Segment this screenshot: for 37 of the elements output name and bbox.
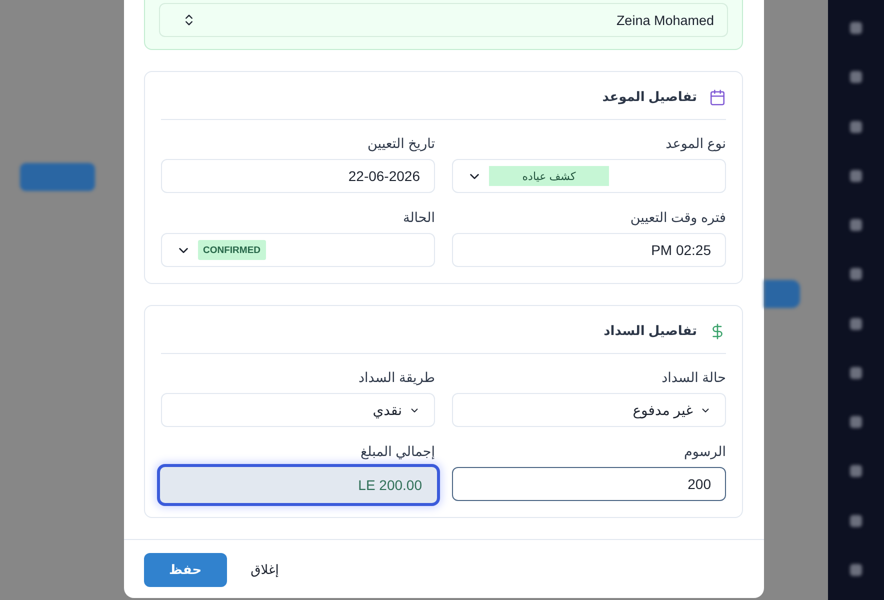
patient-select[interactable]: Zeina Mohamed [159, 3, 728, 37]
text-field[interactable]: PM 02:25 [452, 233, 726, 267]
sidebar-icon [850, 71, 862, 84]
status-badge: CONFIRMED [198, 240, 266, 260]
text-field[interactable]: 22-06-2026 [161, 159, 435, 193]
sidebar-icon [850, 120, 862, 133]
close-button[interactable]: إغلاق [234, 553, 295, 587]
type-tag: كشف عياده [489, 166, 609, 186]
section-title: تفاصيل السداد [604, 323, 697, 339]
section-title: تفاصيل الموعد [602, 89, 697, 105]
field-label: تاريخ التعيين [368, 136, 435, 151]
sidebar-icon [850, 366, 862, 379]
sidebar-icon [850, 22, 862, 34]
field-label: إجمالي المبلغ [360, 444, 435, 459]
sidebar-icon [850, 564, 862, 576]
select-field[interactable]: نقدي [161, 393, 435, 427]
field-label: فتره وقت التعيين [630, 210, 726, 225]
sidebar-icon [850, 514, 862, 527]
sidebar-icon [850, 318, 862, 330]
sidebar-icon [850, 268, 862, 280]
field-label: الحالة [402, 210, 435, 225]
select-field[interactable]: كشف عياده [452, 159, 726, 193]
calendar-icon [709, 88, 726, 106]
blurred-block [764, 280, 800, 308]
sidebar-icon [850, 219, 862, 232]
select-field[interactable]: CONFIRMED [161, 233, 435, 267]
text-field[interactable]: LE 200.00 [157, 464, 440, 506]
field-label: حالة السداد [662, 370, 726, 385]
sidebar-icon [850, 465, 862, 478]
field-label: الرسوم [684, 444, 726, 459]
field-label: نوع الموعد [666, 136, 726, 151]
text-field[interactable]: 200 [452, 467, 726, 501]
save-button[interactable]: حفظ [144, 553, 227, 587]
select-field[interactable]: غير مدفوع [452, 393, 726, 427]
sidebar-icon [850, 416, 862, 428]
sidebar-icon [850, 170, 862, 182]
field-label: طريقة السداد [358, 370, 435, 385]
